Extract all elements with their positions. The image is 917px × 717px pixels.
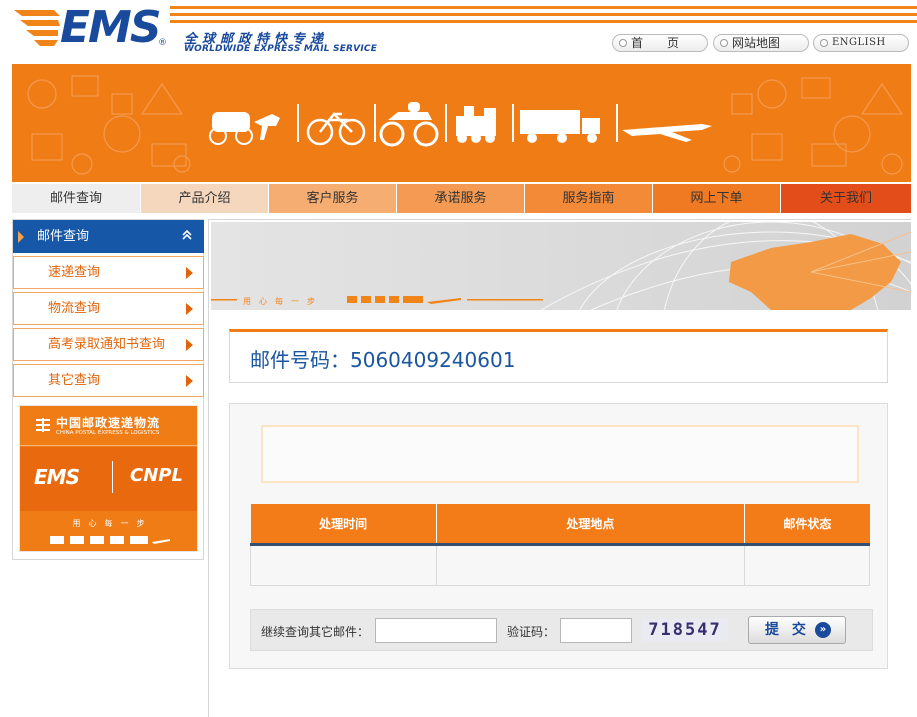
triangle-right-icon: [186, 339, 193, 351]
main-content: 用 心 每 一 步 邮件号码：5060409240601 处理时间 处理地点 邮…: [208, 219, 911, 717]
transport-evolution-icon: [209, 102, 712, 147]
table-cell: [250, 543, 437, 586]
sidebar-item-logistics[interactable]: 物流查询: [13, 292, 204, 325]
ad-divider: [112, 461, 113, 493]
ems-wings-icon: [14, 10, 60, 46]
nav-label: 服务指南: [562, 191, 615, 206]
globe-map-graphic: 用 心 每 一 步: [211, 222, 911, 310]
nav-item-customer-service[interactable]: 客户服务: [269, 184, 397, 213]
mail-number-box: 邮件号码：5060409240601: [229, 329, 888, 383]
submit-label: 提 交: [765, 622, 810, 638]
nav-item-commitment[interactable]: 承诺服务: [397, 184, 525, 213]
ad-slogan: 用 心 每 一 步: [72, 519, 145, 528]
main-banner: 用 心 每 一 步: [211, 222, 911, 310]
mail-number-value: 5060409240601: [350, 348, 516, 372]
sidebar-item-express[interactable]: 速递查询: [13, 256, 204, 289]
col-mail-status: 邮件状态: [744, 504, 870, 546]
nav-item-mail-query[interactable]: 邮件查询: [12, 184, 141, 213]
bullet-icon: [619, 39, 627, 47]
table-cell: [744, 543, 870, 586]
continue-search-bar: 继续查询其它邮件： 验证码： 718547 提 交 »: [250, 609, 873, 651]
nav-label: 网上下单: [690, 191, 743, 206]
triangle-right-icon: [186, 303, 193, 315]
nav-label: 关于我们: [819, 191, 872, 206]
sidebar: 邮件查询 速递查询 物流查询 高考录取通知书查询 其它查询 中国邮政速递物流 C…: [12, 219, 204, 560]
submit-button[interactable]: 提 交 »: [748, 616, 846, 644]
mail-number-label: 邮件号码：: [250, 348, 350, 372]
home-link[interactable]: 首 页: [612, 34, 708, 52]
header: EMS ® 全球邮政特快专递 WORLDWIDE EXPRESS MAIL SE…: [0, 0, 917, 64]
captcha-label: 验证码：: [507, 625, 556, 639]
nav-label: 承诺服务: [434, 191, 487, 206]
mail-number-heading: 邮件号码：5060409240601: [250, 344, 515, 373]
captcha-image[interactable]: 718547: [642, 619, 728, 641]
bullet-icon: [820, 39, 828, 47]
nav-item-products[interactable]: 产品介绍: [141, 184, 269, 213]
captcha-input[interactable]: [560, 618, 632, 643]
nav-item-about-us[interactable]: 关于我们: [781, 184, 911, 213]
ad-en-text: CHINA POSTAL EXPRESS & LOGISTICS: [56, 430, 160, 436]
arrow-right-icon: [18, 231, 24, 243]
ad-header: 中国邮政速递物流 CHINA POSTAL EXPRESS & LOGISTIC…: [20, 406, 197, 446]
english-link-label: ENGLISH: [832, 37, 886, 48]
english-link[interactable]: ENGLISH: [813, 34, 909, 52]
triangle-right-icon: [186, 267, 193, 279]
tracking-table: 处理时间 处理地点 邮件状态: [250, 504, 870, 586]
table-header-row: 处理时间 处理地点 邮件状态: [250, 504, 870, 546]
sitemap-link[interactable]: 网站地图: [713, 34, 809, 52]
sidebar-item-mail-query[interactable]: 邮件查询: [13, 220, 204, 253]
sidebar-item-label: 速递查询: [48, 265, 101, 280]
ems-logo[interactable]: EMS: [60, 4, 162, 52]
table-row: [250, 543, 870, 586]
message-box: [261, 425, 859, 483]
nav-label: 邮件查询: [49, 191, 102, 206]
banner-slogan: 用 心 每 一 步: [243, 296, 315, 306]
result-panel: 处理时间 处理地点 邮件状态 继续查询其它邮件： 验证码： 718547 提 交…: [229, 403, 888, 669]
page: EMS ® 全球邮政特快专递 WORLDWIDE EXPRESS MAIL SE…: [0, 0, 917, 717]
sidebar-active-label: 邮件查询: [37, 229, 90, 244]
continue-search-input[interactable]: [375, 618, 497, 643]
continue-search-label: 继续查询其它邮件：: [261, 625, 370, 639]
china-post-ad[interactable]: 中国邮政速递物流 CHINA POSTAL EXPRESS & LOGISTIC…: [19, 405, 198, 552]
bullet-icon: [720, 39, 728, 47]
ad-cnpl-text: CNPL: [130, 465, 183, 486]
registered-mark: ®: [158, 38, 167, 48]
sidebar-item-other[interactable]: 其它查询: [13, 364, 204, 397]
top-banner: [12, 64, 911, 182]
home-link-label: 首 页: [631, 36, 680, 50]
banner-vehicles: [202, 64, 722, 182]
triangle-right-icon: [186, 375, 193, 387]
col-process-time: 处理时间: [250, 504, 437, 546]
ad-cn-text: 中国邮政速递物流: [56, 416, 161, 430]
nav-label: 产品介绍: [178, 191, 231, 206]
sidebar-item-label: 其它查询: [48, 373, 101, 388]
ad-ems-text: EMS: [34, 465, 80, 489]
ad-brand-area: EMS CNPL: [20, 447, 197, 511]
ad-vehicles-icon: [50, 536, 170, 544]
nav-label: 客户服务: [306, 191, 359, 206]
china-post-logo-icon: [36, 418, 50, 432]
nav-item-service-guide[interactable]: 服务指南: [525, 184, 653, 213]
table-cell: [435, 543, 746, 586]
nav-item-online-order[interactable]: 网上下单: [653, 184, 781, 213]
sidebar-item-admission-notice[interactable]: 高考录取通知书查询: [13, 328, 204, 361]
col-process-location: 处理地点: [436, 504, 746, 546]
sitemap-link-label: 网站地图: [732, 36, 781, 50]
header-stripes: [170, 6, 917, 27]
double-chevron-right-icon: »: [815, 622, 831, 638]
sidebar-item-label: 物流查询: [48, 301, 101, 316]
sidebar-item-label: 高考录取通知书查询: [48, 337, 166, 352]
main-nav: 邮件查询 产品介绍 客户服务 承诺服务 服务指南 网上下单 关于我们: [12, 184, 911, 213]
logo-en-title: WORLDWIDE EXPRESS MAIL SERVICE: [184, 44, 378, 54]
double-chevron-up-icon: [182, 229, 192, 240]
